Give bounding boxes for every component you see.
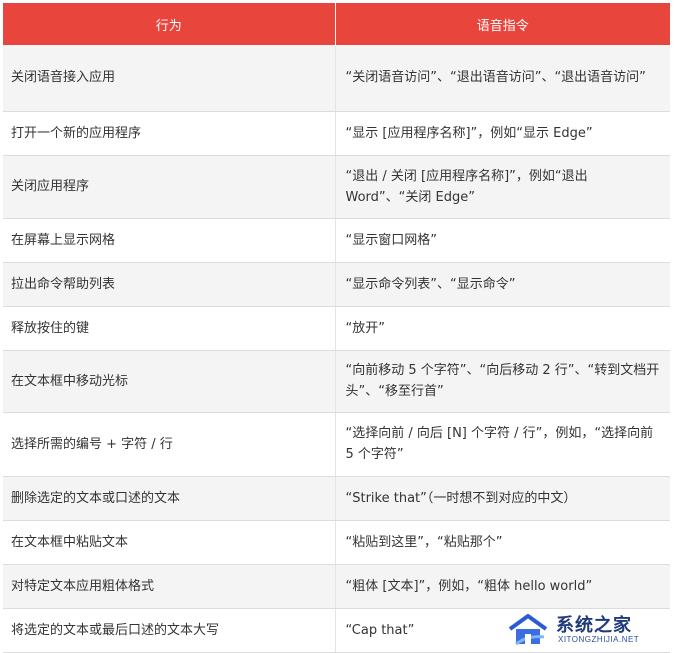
table-row: 选择所需的编号 + 字符 / 行 “选择向前 / 向后 [N] 个字符 / 行”…	[3, 412, 670, 477]
table-row: 释放按住的键 “放开”	[3, 306, 670, 351]
table-row: 在文本框中粘贴文本 “粘贴到这里”，“粘贴那个”	[3, 520, 670, 565]
table-row: 拉出命令帮助列表 “显示命令列表”、“显示命令”	[3, 262, 670, 307]
header-voice-command: 语音指令	[335, 3, 670, 45]
command-cell: “粗体 [文本]”，例如，“粗体 hello world”	[335, 564, 670, 609]
table-header-row: 行为 语音指令	[3, 3, 670, 45]
action-cell: 打开一个新的应用程序	[3, 111, 336, 156]
table-row: 删除选定的文本或口述的文本 “Strike that”（一时想不到对应的中文）	[3, 476, 670, 521]
action-cell: 将选定的文本或最后口述的文本大写	[3, 608, 336, 653]
watermark-title: 系统之家	[556, 615, 632, 636]
action-cell: 拉出命令帮助列表	[3, 262, 336, 307]
command-cell: “退出 / 关闭 [应用程序名称]”，例如“退出 Word”、“关闭 Edge”	[335, 155, 670, 219]
watermark-subtitle: XITONGZHIJIA.NET	[558, 635, 640, 644]
action-cell: 在文本框中粘贴文本	[3, 520, 336, 565]
site-watermark: 系统之家 XITONGZHIJIA.NET	[506, 609, 666, 649]
action-cell: 选择所需的编号 + 字符 / 行	[3, 412, 336, 477]
table-row: 在屏幕上显示网格 “显示窗口网格”	[3, 218, 670, 263]
action-cell: 对特定文本应用粗体格式	[3, 564, 336, 609]
action-cell: 释放按住的键	[3, 306, 336, 351]
header-action: 行为	[3, 3, 336, 45]
table-row: 对特定文本应用粗体格式 “粗体 [文本]”，例如，“粗体 hello world…	[3, 564, 670, 609]
command-cell: “粘贴到这里”，“粘贴那个”	[335, 520, 670, 565]
table-row: 关闭语音接入应用 “关闭语音访问”、“退出语音访问”、“退出语音访问”	[3, 45, 670, 112]
action-cell: 在文本框中移动光标	[3, 350, 336, 413]
house-logo-icon	[508, 614, 548, 646]
command-cell: “显示窗口网格”	[335, 218, 670, 263]
command-cell: “放开”	[335, 306, 670, 351]
command-cell: “向前移动 5 个字符”、“向后移动 2 行”、“转到文档开头”、“移至行首”	[335, 350, 670, 413]
table-row: 打开一个新的应用程序 “显示 [应用程序名称]”，例如“显示 Edge”	[3, 111, 670, 156]
command-cell: “关闭语音访问”、“退出语音访问”、“退出语音访问”	[335, 45, 670, 112]
command-cell: “显示命令列表”、“显示命令”	[335, 262, 670, 307]
command-cell: “显示 [应用程序名称]”，例如“显示 Edge”	[335, 111, 670, 156]
command-cell: “选择向前 / 向后 [N] 个字符 / 行”，例如，“选择向前 5 个字符”	[335, 412, 670, 477]
action-cell: 删除选定的文本或口述的文本	[3, 476, 336, 521]
voice-command-table: 行为 语音指令 关闭语音接入应用 “关闭语音访问”、“退出语音访问”、“退出语音…	[3, 3, 670, 653]
action-cell: 关闭语音接入应用	[3, 45, 336, 112]
command-cell: “Strike that”（一时想不到对应的中文）	[335, 476, 670, 521]
table-row: 在文本框中移动光标 “向前移动 5 个字符”、“向后移动 2 行”、“转到文档开…	[3, 350, 670, 413]
action-cell: 关闭应用程序	[3, 155, 336, 219]
table-row: 关闭应用程序 “退出 / 关闭 [应用程序名称]”，例如“退出 Word”、“关…	[3, 155, 670, 219]
action-cell: 在屏幕上显示网格	[3, 218, 336, 263]
